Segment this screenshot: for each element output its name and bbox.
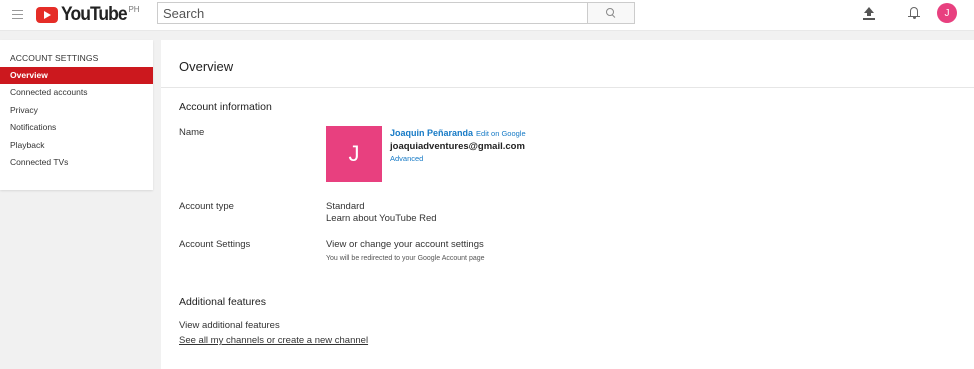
- advanced-link[interactable]: Advanced: [390, 154, 423, 163]
- top-bar: YouTube PH Search J: [0, 0, 974, 31]
- upload-icon-base: [863, 18, 875, 20]
- profile-name-link[interactable]: Joaquin Peñaranda: [390, 128, 473, 138]
- country-code: PH: [128, 5, 140, 14]
- search-input[interactable]: Search: [157, 2, 587, 24]
- search-button[interactable]: [587, 2, 635, 24]
- account-type-label: Account type: [179, 201, 234, 212]
- menu-icon[interactable]: [12, 10, 23, 19]
- see-all-channels-link[interactable]: See all my channels or create a new chan…: [179, 335, 368, 346]
- profile-avatar: J: [326, 126, 382, 182]
- account-information-title: Account information: [179, 101, 272, 113]
- sidebar-item-notifications[interactable]: Notifications: [0, 119, 153, 136]
- account-avatar[interactable]: J: [937, 3, 957, 23]
- play-logo-icon: [36, 7, 58, 23]
- sidebar-item-playback[interactable]: Playback: [0, 137, 153, 154]
- redirect-note: You will be redirected to your Google Ac…: [326, 255, 485, 262]
- settings-sidebar: ACCOUNT SETTINGS Overview Connected acco…: [0, 40, 153, 190]
- additional-features-title: Additional features: [179, 296, 266, 308]
- sidebar-item-overview[interactable]: Overview: [0, 67, 153, 84]
- view-additional-features-link[interactable]: View additional features: [179, 320, 280, 331]
- page-title: Overview: [179, 59, 234, 74]
- sidebar-item-privacy[interactable]: Privacy: [0, 102, 153, 119]
- learn-youtube-red-link[interactable]: Learn about YouTube Red: [326, 213, 437, 224]
- account-settings-label: Account Settings: [179, 239, 251, 250]
- main-panel: Overview Account information Name J Joaq…: [161, 40, 974, 369]
- account-type-value: Standard: [326, 201, 365, 212]
- account-settings-link[interactable]: View or change your account settings: [326, 239, 484, 250]
- main-header: Overview: [161, 40, 974, 88]
- sidebar-item-connected-tvs[interactable]: Connected TVs: [0, 154, 153, 171]
- search-icon: [606, 8, 616, 18]
- name-label: Name: [179, 127, 205, 138]
- sidebar-title: ACCOUNT SETTINGS: [10, 53, 99, 63]
- profile-name-row: Joaquin Peñaranda Edit on Google: [390, 128, 526, 138]
- logo-text: YouTube: [61, 4, 128, 25]
- edit-on-google-link[interactable]: Edit on Google: [476, 129, 526, 138]
- sidebar-item-connected-accounts[interactable]: Connected accounts: [0, 84, 153, 101]
- youtube-logo[interactable]: YouTube PH: [36, 4, 140, 26]
- profile-email: joaquiadventures@gmail.com: [390, 141, 525, 152]
